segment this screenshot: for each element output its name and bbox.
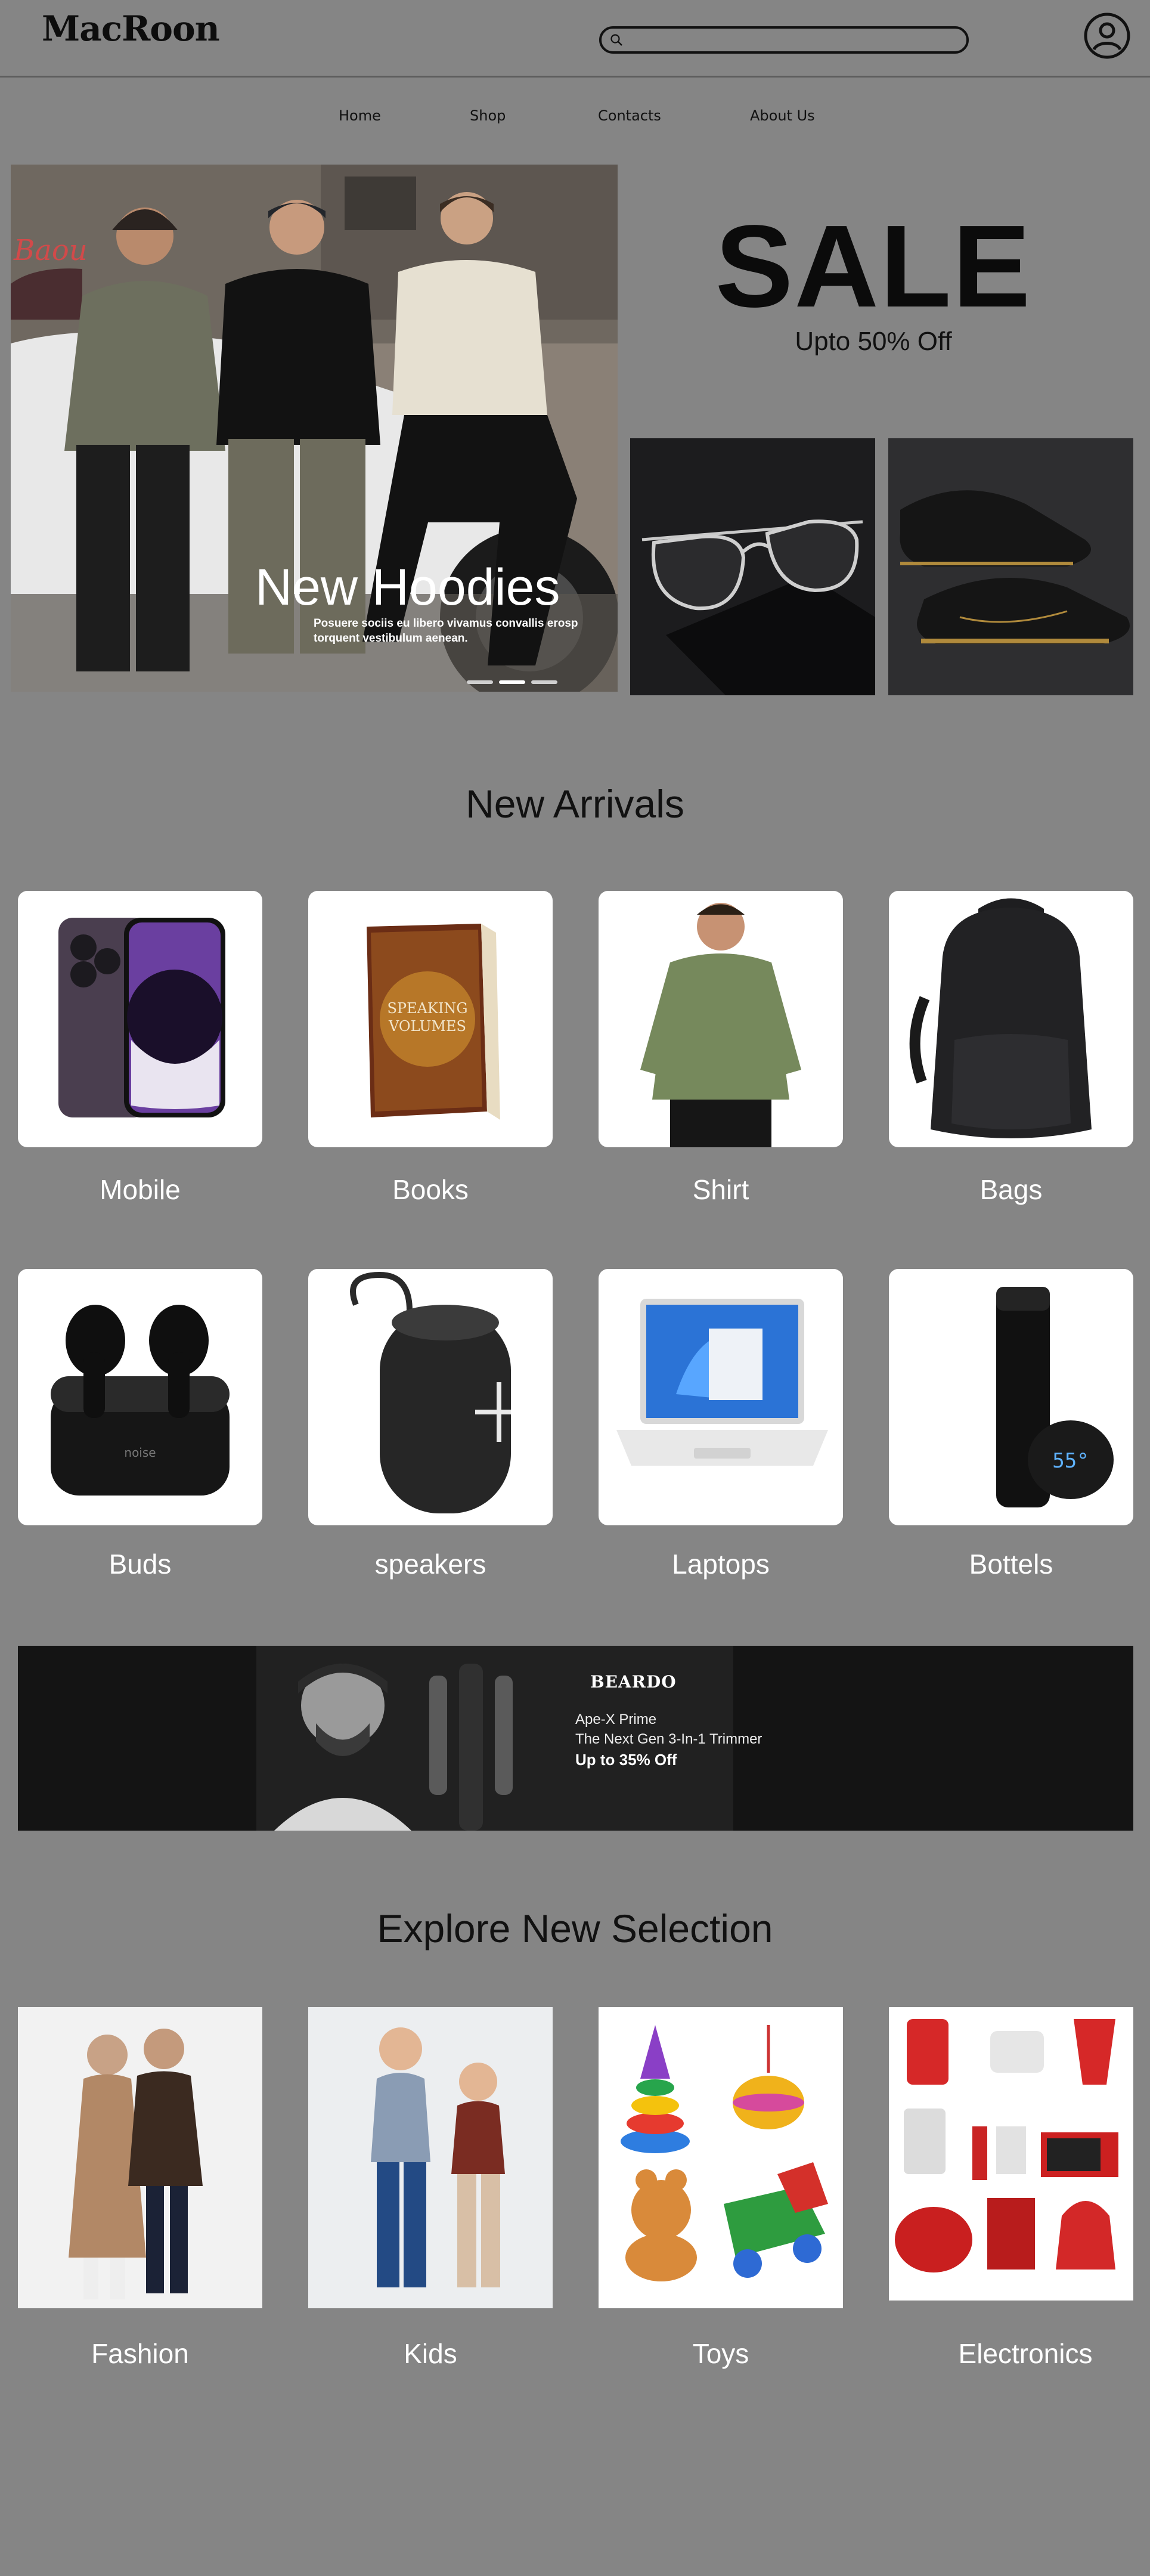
banner-product-name: Ape-X Prime <box>575 1711 657 1727</box>
hero-description: Posuere sociis eu libero vivamus convall… <box>314 617 578 645</box>
promo-sneakers[interactable] <box>888 438 1133 695</box>
sneakers-image <box>888 438 1133 695</box>
banner-product-desc: The Next Gen 3-In-1 Trimmer <box>575 1731 762 1747</box>
electronics-image <box>889 2007 1133 2301</box>
mobile-image <box>58 918 225 1117</box>
category-card-shirt[interactable] <box>599 891 843 1147</box>
hero-title: New Hoodies <box>255 559 560 616</box>
explore-label-electronics[interactable]: Electronics <box>903 2337 1148 2370</box>
bottle-image: 55° <box>996 1287 1114 1507</box>
explore-label-toys[interactable]: Toys <box>599 2337 843 2370</box>
backpack-image <box>909 898 1092 1138</box>
kids-image <box>308 2007 553 2308</box>
explore-card-toys[interactable] <box>599 2007 843 2308</box>
category-label-speakers[interactable]: speakers <box>308 1548 553 1580</box>
explore-card-fashion[interactable] <box>18 2007 262 2308</box>
category-label-mobile[interactable]: Mobile <box>18 1174 262 1206</box>
site-header: MacRoon <box>0 0 1150 78</box>
search-input[interactable] <box>599 26 969 54</box>
promo-sunglasses[interactable] <box>630 438 875 695</box>
category-card-bottles[interactable]: 55° <box>889 1269 1133 1525</box>
promo-banner[interactable]: BEARDO Ape-X Prime The Next Gen 3-In-1 T… <box>18 1646 1133 1831</box>
earbuds-image: noise <box>51 1305 230 1496</box>
banner-discount: Up to 35% Off <box>575 1751 677 1769</box>
carousel-dot-1[interactable] <box>467 680 493 684</box>
carousel-dot-2[interactable] <box>499 680 525 684</box>
new-arrivals-title: New Arrivals <box>466 782 684 826</box>
site-logo[interactable]: MacRoon <box>42 8 220 49</box>
category-card-buds[interactable]: noise <box>18 1269 262 1525</box>
search-icon[interactable] <box>610 33 623 47</box>
sunglasses-image <box>630 438 875 695</box>
category-card-books[interactable]: SPEAKING VOLUMES <box>308 891 553 1147</box>
category-label-bottles[interactable]: Bottels <box>889 1548 1133 1580</box>
sale-title: SALE <box>715 201 1032 332</box>
sale-promo[interactable]: SALE Upto 50% Off <box>703 201 1043 357</box>
category-card-speakers[interactable] <box>308 1269 553 1525</box>
fashion-image <box>18 2007 262 2308</box>
books-image: SPEAKING VOLUMES <box>367 924 500 1120</box>
explore-card-kids[interactable] <box>308 2007 553 2308</box>
category-card-mobile[interactable] <box>18 891 262 1147</box>
nav-about-us[interactable]: About Us <box>750 107 815 124</box>
nav-home[interactable]: Home <box>339 107 381 124</box>
bottle-temperature: 55° <box>1052 1449 1089 1473</box>
nav-contacts[interactable]: Contacts <box>598 107 661 124</box>
book-title-2: VOLUMES <box>388 1018 466 1035</box>
account-icon[interactable] <box>1082 11 1132 61</box>
nav-shop[interactable]: Shop <box>470 107 506 124</box>
explore-card-electronics[interactable] <box>889 2007 1133 2301</box>
category-label-bags[interactable]: Bags <box>889 1174 1133 1206</box>
category-label-books[interactable]: Books <box>308 1174 553 1206</box>
buds-brand: noise <box>124 1445 156 1460</box>
book-title-1: SPEAKING <box>387 1000 467 1017</box>
laptop-image <box>616 1299 828 1466</box>
speaker-image <box>350 1271 511 1513</box>
explore-label-fashion[interactable]: Fashion <box>18 2337 262 2370</box>
category-label-shirt[interactable]: Shirt <box>599 1174 843 1206</box>
category-label-laptops[interactable]: Laptops <box>599 1548 843 1580</box>
main-nav: Home Shop Contacts About Us <box>0 107 1150 131</box>
shirt-image <box>640 903 801 1147</box>
toys-image <box>599 2007 843 2308</box>
carousel-dot-3[interactable] <box>531 680 557 684</box>
category-card-bags[interactable] <box>889 891 1133 1147</box>
carousel-dots <box>467 675 563 686</box>
explore-title: Explore New Selection <box>377 1906 773 1950</box>
hero-carousel[interactable]: Baou New Hoodies Posuere sociis eu liber… <box>11 165 618 692</box>
category-card-laptops[interactable] <box>599 1269 843 1525</box>
explore-label-kids[interactable]: Kids <box>308 2337 553 2370</box>
svg-text:Baou: Baou <box>13 234 88 267</box>
category-label-buds[interactable]: Buds <box>18 1548 262 1580</box>
banner-brand: BEARDO <box>590 1672 677 1692</box>
